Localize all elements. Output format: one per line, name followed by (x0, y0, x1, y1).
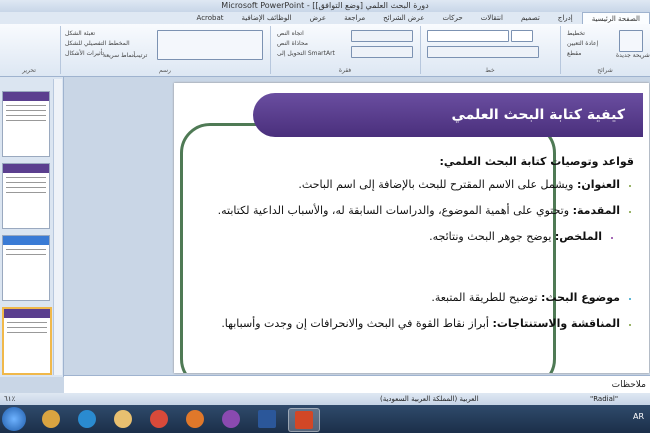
font-name-field[interactable] (427, 30, 509, 42)
bullet-text: يوضح جوهر البحث ونتائجه. (429, 230, 555, 243)
slide-canvas: كيفية كتابة البحث العلمي قواعد وتوصيات ك… (64, 77, 650, 373)
chrome-icon (150, 410, 168, 428)
tab-item[interactable]: الوظائف الإضافية (233, 12, 301, 24)
tab-item[interactable]: Acrobat (188, 12, 233, 24)
bullet-text: وتحتوي على أهمية الموضوع، والدراسات السا… (217, 204, 573, 217)
taskbar: AR (0, 405, 650, 433)
taskbar-app[interactable] (36, 408, 66, 430)
reset-button[interactable]: إعادة التعيين (567, 40, 598, 47)
status-bar: ٦١٪ العربية (المملكة العربية السعودية) "… (0, 393, 650, 405)
tab-item[interactable]: حركات (433, 12, 471, 24)
theme-status: "Radial" (590, 395, 619, 403)
bullet-item: المقدمة: وتحتوي على أهمية الموضوع، والدر… (194, 202, 620, 219)
paragraph-group: اتجاه النص محاذاة النص التحويل إلى Smart… (270, 26, 419, 74)
tab-item[interactable]: الصفحة الرئيسية (581, 12, 650, 24)
shape-effects-button[interactable]: تأثيرات الأشكال (65, 50, 104, 57)
notes-pane[interactable]: ملاحظات (64, 375, 650, 393)
ie-icon (78, 410, 96, 428)
bullet-label: العنوان: (576, 178, 620, 191)
slides-group-label: شرائح (597, 67, 613, 74)
align-text-button[interactable]: محاذاة النص (277, 40, 308, 47)
taskbar-app[interactable] (180, 408, 210, 430)
smartart-button[interactable]: التحويل إلى SmartArt (277, 50, 335, 57)
media-icon (222, 410, 240, 428)
tab-item[interactable]: مراجعة (335, 12, 374, 24)
language-indicator[interactable]: AR (633, 412, 644, 421)
bullet-item: المناقشة والاستنتاجات: أبراز نقاط القوة … (194, 315, 620, 332)
tab-item[interactable]: تصميم (512, 12, 549, 24)
explorer-icon (114, 410, 132, 428)
slide[interactable]: كيفية كتابة البحث العلمي قواعد وتوصيات ك… (174, 83, 649, 373)
drawing-group-label: رسم (159, 67, 171, 74)
folder-icon (42, 410, 60, 428)
slide-heading: قواعد وتوصيات كتابة البحث العلمي: (439, 155, 634, 168)
new-slide-icon[interactable] (619, 30, 643, 52)
notes-label: ملاحظات (611, 380, 646, 390)
taskbar-app[interactable] (144, 408, 174, 430)
drawing-group: تعبئة الشكل المخطط التفصيلي للشكل تأثيرا… (60, 26, 269, 74)
slides-group: شريحة جديدة تخطيط إعادة التعيين مقطع شرا… (560, 26, 650, 74)
bullet-label: الملخص: (554, 230, 602, 243)
tab-item[interactable]: عرض الشرائح (374, 12, 433, 24)
shape-fill-button[interactable]: تعبئة الشكل (65, 30, 95, 37)
shapes-gallery[interactable] (157, 30, 263, 60)
editing-group-label: تحرير (22, 67, 36, 74)
align-buttons[interactable] (351, 46, 413, 58)
font-size-field[interactable] (511, 30, 533, 42)
new-slide-button[interactable]: شريحة جديدة (616, 52, 650, 59)
bullet-text: ويشمل على الاسم المقترح للبحث بالإضافة إ… (298, 178, 577, 191)
taskbar-app[interactable] (72, 408, 102, 430)
bullet-text: أبراز نقاط القوة في البحث والانحرافات إن… (221, 317, 493, 330)
taskbar-app[interactable] (216, 408, 246, 430)
font-group: خط (420, 26, 559, 74)
thumbnail-scrollbar[interactable] (53, 79, 62, 375)
bullet-label: موضوع البحث: (541, 291, 620, 304)
slide-body[interactable]: قواعد وتوصيات كتابة البحث العلمي: العنوا… (194, 153, 634, 341)
start-button[interactable] (2, 407, 26, 431)
font-format-buttons[interactable] (427, 46, 539, 58)
slide-title[interactable]: كيفية كتابة البحث العلمي (253, 93, 643, 137)
quick-styles-button[interactable]: أنماط سريعة (103, 52, 135, 59)
taskbar-app[interactable] (252, 408, 282, 430)
bullet-item: الملخص: يوضح جوهر البحث ونتائجه. (194, 228, 602, 245)
firefox-icon (186, 410, 204, 428)
ribbon: شريحة جديدة تخطيط إعادة التعيين مقطع شرا… (0, 24, 650, 77)
zoom-level[interactable]: ٦١٪ (4, 393, 15, 405)
arrange-button[interactable]: ترتيب (133, 52, 147, 59)
window-title: Microsoft PowerPoint - [دورة البحث العلم… (0, 0, 650, 12)
taskbar-app-powerpoint[interactable] (288, 408, 320, 432)
tab-item[interactable]: عرض (301, 12, 336, 24)
powerpoint-icon (295, 411, 313, 429)
layout-button[interactable]: تخطيط (567, 30, 585, 37)
text-direction-button[interactable]: اتجاه النص (277, 30, 304, 37)
taskbar-app[interactable] (108, 408, 138, 430)
slide-thumbnails-panel (0, 77, 64, 377)
bullet-text: توضيح للطريقة المتبعة. (431, 291, 542, 304)
font-group-label: خط (485, 67, 495, 74)
word-icon (258, 410, 276, 428)
ribbon-tabs: الصفحة الرئيسية إدراج تصميم انتقالات حركات عر… (0, 12, 650, 24)
bullet-item: العنوان: ويشمل على الاسم المقترح للبحث ب… (194, 176, 620, 193)
tab-item[interactable]: انتقالات (472, 12, 512, 24)
bullet-label: المناقشة والاستنتاجات: (492, 317, 620, 330)
slide-thumbnail[interactable] (2, 91, 50, 157)
slide-thumbnail[interactable] (2, 235, 50, 301)
paragraph-group-label: فقرة (338, 67, 352, 74)
tab-item[interactable]: إدراج (549, 12, 582, 24)
shape-outline-button[interactable]: المخطط التفصيلي للشكل (65, 40, 130, 47)
slide-thumbnail-selected[interactable] (2, 307, 52, 375)
list-buttons[interactable] (351, 30, 413, 42)
language-status: العربية (المملكة العربية السعودية) (380, 395, 479, 403)
slide-thumbnail[interactable] (2, 163, 50, 229)
bullet-label: المقدمة: (572, 204, 620, 217)
bullet-item: موضوع البحث: توضيح للطريقة المتبعة. (194, 289, 620, 306)
editing-group: تحرير (0, 26, 58, 74)
section-button[interactable]: مقطع (567, 50, 581, 57)
